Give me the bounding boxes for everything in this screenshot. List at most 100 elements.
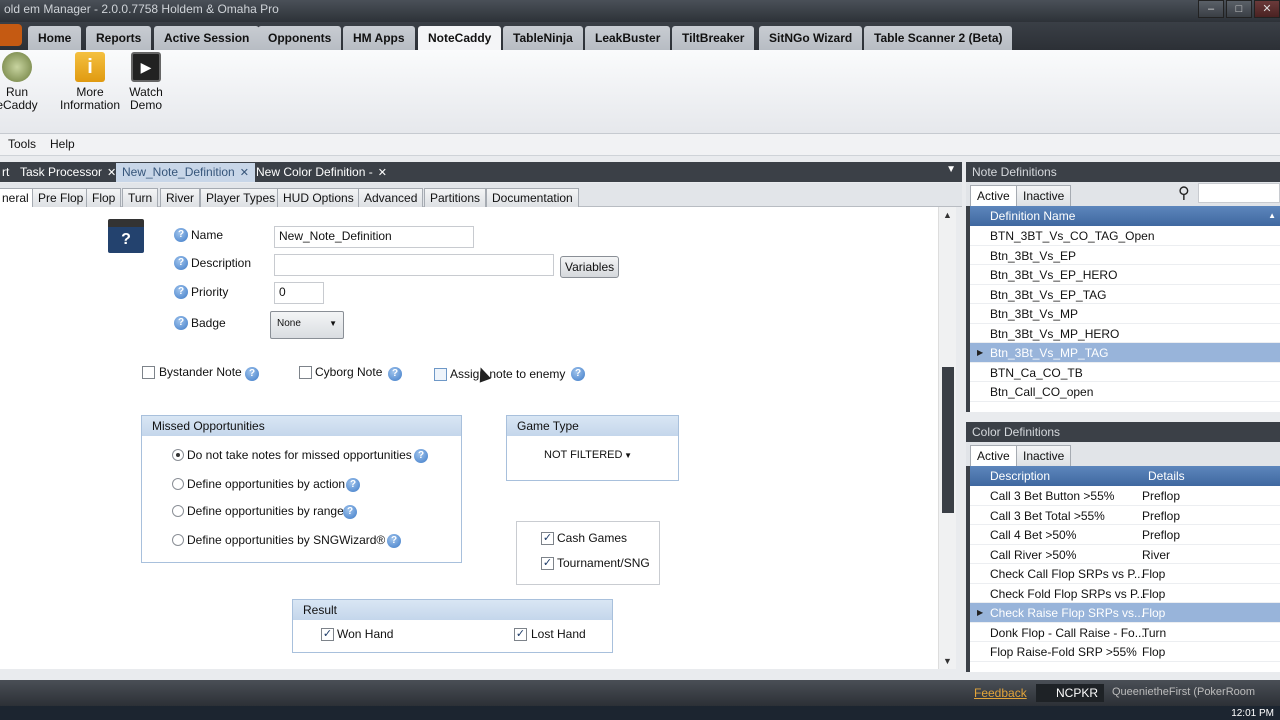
- run-notecaddy-button[interactable]: Run eCaddy: [0, 52, 40, 112]
- table-row[interactable]: Call 3 Bet Button >55% Preflop: [970, 486, 1280, 506]
- list-item[interactable]: Btn_3Bt_Vs_MP_HERO: [970, 324, 1280, 343]
- list-item[interactable]: Btn_3Bt_Vs_EP: [970, 246, 1280, 265]
- table-row[interactable]: Check Fold Flop SRPs vs P... Flop: [970, 584, 1280, 603]
- column-description[interactable]: Description: [990, 469, 1050, 483]
- list-item[interactable]: Btn_3Bt_Vs_MP: [970, 304, 1280, 324]
- tab-leakbuster[interactable]: LeakBuster: [585, 26, 671, 50]
- subtab-partitions[interactable]: Partitions: [424, 188, 487, 207]
- lost-hand-checkbox[interactable]: ✓: [514, 628, 527, 641]
- column-details[interactable]: Details: [1148, 469, 1185, 483]
- column-definition-name[interactable]: Definition Name: [990, 209, 1075, 223]
- list-item[interactable]: BTN_3BT_Vs_CO_TAG_Open: [970, 226, 1280, 246]
- subtab-flop[interactable]: Flop: [86, 188, 122, 207]
- tab-opponents[interactable]: Opponents: [258, 26, 342, 50]
- doc-tab-new-color-definition[interactable]: New Color Definition - ✕: [250, 163, 393, 182]
- secondary-menu: Tools Help: [0, 134, 1280, 156]
- close-tab-icon[interactable]: ✕: [107, 167, 116, 179]
- watch-demo-button[interactable]: ▶ Watch Demo: [126, 52, 166, 112]
- app-menu-button[interactable]: [0, 24, 22, 46]
- close-tab-icon[interactable]: ✕: [378, 167, 387, 179]
- variables-button[interactable]: Variables: [560, 256, 620, 278]
- help-icon[interactable]: ?: [346, 478, 360, 492]
- tab-overflow-icon[interactable]: ▼: [946, 164, 956, 175]
- form-scrollbar[interactable]: ▲ ▼: [938, 207, 956, 669]
- close-window-button[interactable]: ✕: [1254, 0, 1280, 18]
- bystander-checkbox[interactable]: [142, 366, 155, 379]
- search-icon[interactable]: ⚲: [1178, 183, 1190, 203]
- subtab-player-types[interactable]: Player Types: [200, 188, 282, 207]
- list-item[interactable]: Btn_3Bt_Vs_EP_TAG: [970, 285, 1280, 304]
- sort-asc-icon[interactable]: ▲: [1268, 211, 1276, 220]
- tournament-checkbox[interactable]: ✓: [541, 557, 554, 570]
- list-item[interactable]: Btn_3Bt_Vs_EP_HERO: [970, 265, 1280, 285]
- table-row[interactable]: ▶ Check Raise Flop SRPs vs... Flop: [970, 603, 1280, 623]
- site-indicator[interactable]: NCPKR: [1036, 684, 1105, 702]
- tab-notecaddy[interactable]: NoteCaddy: [418, 26, 502, 50]
- tab-active[interactable]: Active: [970, 445, 1017, 466]
- tab-inactive[interactable]: Inactive: [1016, 445, 1072, 466]
- table-row[interactable]: Donk Flop - Call Raise - Fo... Turn: [970, 623, 1280, 642]
- table-row[interactable]: Check Call Flop SRPs vs P... Flop: [970, 564, 1280, 584]
- help-icon[interactable]: ?: [414, 449, 428, 463]
- subtab-river[interactable]: River: [160, 188, 201, 207]
- table-row[interactable]: Call 3 Bet Total >55% Preflop: [970, 506, 1280, 525]
- more-information-button[interactable]: i More Information: [56, 52, 124, 112]
- help-icon[interactable]: ?: [174, 316, 188, 330]
- subtab-pre-flop[interactable]: Pre Flop: [32, 188, 90, 207]
- doc-tab-new-note-definition[interactable]: New_Note_Definition ✕: [116, 163, 255, 182]
- help-icon[interactable]: ?: [343, 505, 357, 519]
- assign-enemy-checkbox[interactable]: [434, 368, 447, 381]
- tab-home[interactable]: Home: [28, 26, 82, 50]
- help-icon[interactable]: ?: [571, 367, 585, 381]
- search-input[interactable]: [1198, 183, 1280, 203]
- tab-tiltbreaker[interactable]: TiltBreaker: [672, 26, 755, 50]
- cash-games-checkbox[interactable]: ✓: [541, 532, 554, 545]
- help-icon[interactable]: ?: [388, 367, 402, 381]
- list-item[interactable]: BTN_Ca_CO_TB: [970, 363, 1280, 382]
- list-item[interactable]: ▶ Btn_3Bt_Vs_MP_TAG: [970, 343, 1280, 363]
- subtab-hud-options[interactable]: HUD Options: [277, 188, 360, 207]
- tab-sitngo-wizard[interactable]: SitNGo Wizard: [759, 26, 863, 50]
- subtab-advanced[interactable]: Advanced: [358, 188, 424, 207]
- name-field[interactable]: New_Note_Definition: [274, 226, 474, 248]
- tab-hm-apps[interactable]: HM Apps: [343, 26, 415, 50]
- subtab-turn[interactable]: Turn: [122, 188, 159, 207]
- won-hand-checkbox[interactable]: ✓: [321, 628, 334, 641]
- help-icon[interactable]: ?: [245, 367, 259, 381]
- feedback-link[interactable]: Feedback: [974, 686, 1027, 700]
- radio-by-range[interactable]: [172, 505, 184, 517]
- doc-tab-task-processor[interactable]: Task Processor ✕: [14, 163, 122, 182]
- menu-tools[interactable]: Tools: [8, 137, 36, 151]
- description-field[interactable]: [274, 254, 554, 276]
- radio-by-action[interactable]: [172, 478, 184, 490]
- list-item[interactable]: Btn_Call_CO_open: [970, 382, 1280, 402]
- tab-tableninja[interactable]: TableNinja: [503, 26, 583, 50]
- close-tab-icon[interactable]: ✕: [240, 167, 249, 179]
- game-type-dropdown[interactable]: NOT FILTERED ▼: [538, 446, 638, 466]
- cyborg-checkbox[interactable]: [299, 366, 312, 379]
- radio-no-missed-notes[interactable]: [172, 449, 184, 461]
- badge-dropdown[interactable]: None ▼: [270, 311, 344, 339]
- table-row[interactable]: Call River >50% River: [970, 545, 1280, 564]
- subtab-documentation[interactable]: Documentation: [486, 188, 579, 207]
- scroll-thumb[interactable]: [942, 367, 954, 513]
- scroll-up-icon[interactable]: ▲: [943, 210, 952, 220]
- maximize-button[interactable]: □: [1226, 0, 1252, 18]
- help-icon[interactable]: ?: [174, 256, 188, 270]
- tab-active[interactable]: Active: [970, 185, 1017, 206]
- radio-by-sngwizard[interactable]: [172, 534, 184, 546]
- minimize-button[interactable]: –: [1198, 0, 1224, 18]
- table-row[interactable]: Call 4 Bet >50% Preflop: [970, 525, 1280, 545]
- scroll-down-icon[interactable]: ▼: [943, 656, 952, 666]
- tab-reports[interactable]: Reports: [86, 26, 152, 50]
- menu-help[interactable]: Help: [50, 137, 75, 151]
- help-icon[interactable]: ?: [174, 285, 188, 299]
- subtab-general[interactable]: neral: [0, 188, 35, 208]
- priority-field[interactable]: 0: [274, 282, 324, 304]
- help-icon[interactable]: ?: [387, 534, 401, 548]
- tab-active-session[interactable]: Active Session: [154, 26, 260, 50]
- help-icon[interactable]: ?: [174, 228, 188, 242]
- table-row[interactable]: Flop Raise-Fold SRP >55% Flop: [970, 642, 1280, 662]
- tab-table-scanner[interactable]: Table Scanner 2 (Beta): [864, 26, 1013, 50]
- tab-inactive[interactable]: Inactive: [1016, 185, 1072, 206]
